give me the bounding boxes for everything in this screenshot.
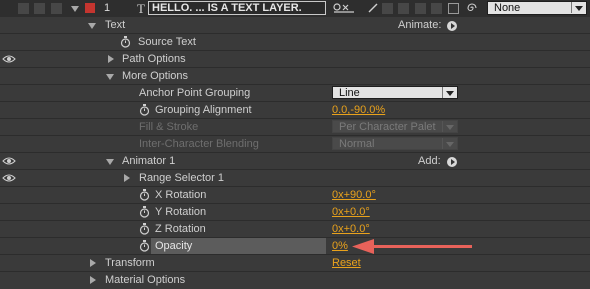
shy-switch-icon[interactable] (333, 3, 355, 14)
material-options-expand-toggle[interactable] (90, 276, 96, 284)
grouping-alignment-value[interactable]: 0.0,-90.0% (332, 104, 385, 116)
more-options-row[interactable]: More Options (0, 68, 590, 85)
effects-switch-box[interactable] (398, 3, 409, 14)
parent-dropdown[interactable]: None (487, 1, 587, 15)
quality-switch-box[interactable] (382, 3, 393, 14)
parent-dropdown-value: None (494, 2, 521, 14)
opacity-row[interactable]: Opacity 0% (0, 238, 590, 255)
y-rotation-label: Y Rotation (155, 206, 207, 218)
layer-expand-toggle[interactable] (71, 6, 79, 12)
animator-row[interactable]: Animator 1 Add: (0, 153, 590, 170)
chevron-down-icon[interactable] (571, 2, 586, 13)
stopwatch-icon[interactable] (139, 104, 150, 116)
inter-char-dropdown: Normal (332, 137, 458, 150)
fill-stroke-row: Fill & Stroke Per Character Palet (0, 119, 590, 136)
opacity-label: Opacity (155, 240, 193, 252)
layer-number: 1 (104, 2, 111, 14)
more-options-label: More Options (122, 70, 189, 82)
transform-reset-link[interactable]: Reset (332, 257, 361, 269)
anchor-grouping-value: Line (339, 87, 360, 99)
y-rotation-row[interactable]: Y Rotation 0x+0.0° (0, 204, 590, 221)
transform-row[interactable]: Transform Reset (0, 255, 590, 272)
fill-stroke-dropdown: Per Character Palet (332, 120, 458, 133)
motion-blur-switch-box[interactable] (415, 3, 426, 14)
adjustment-switch-box[interactable] (431, 3, 442, 14)
animator-label: Animator 1 (122, 155, 176, 167)
layer-lock-box[interactable] (34, 3, 45, 14)
x-rotation-value[interactable]: 0x+90.0° (332, 189, 376, 201)
range-selector-expand-toggle[interactable] (124, 174, 130, 182)
z-rotation-label: Z Rotation (155, 223, 206, 235)
text-group-label: Text (105, 19, 126, 31)
chevron-down-icon[interactable] (442, 87, 457, 98)
path-options-row[interactable]: Path Options (0, 51, 590, 68)
stopwatch-icon[interactable] (120, 36, 131, 48)
layer-label-color[interactable] (85, 3, 95, 13)
layer-header-row[interactable]: 1 T HELLO. ... IS A TEXT LAYER. None (0, 0, 590, 17)
animator-expand-toggle[interactable] (106, 159, 114, 165)
3d-switch-box[interactable] (448, 3, 459, 14)
add-label[interactable]: Add: (418, 155, 441, 167)
annotation-arrow-icon (352, 239, 472, 254)
anchor-grouping-dropdown[interactable]: Line (332, 86, 458, 99)
text-layer-icon: T (137, 1, 145, 16)
anchor-grouping-row[interactable]: Anchor Point Grouping Line (0, 85, 590, 102)
transform-expand-toggle[interactable] (90, 259, 96, 267)
eye-icon[interactable] (2, 156, 16, 166)
range-selector-row[interactable]: Range Selector 1 (0, 170, 590, 187)
path-options-expand-toggle[interactable] (108, 55, 114, 63)
anchor-grouping-label: Anchor Point Grouping (139, 87, 251, 99)
opacity-value[interactable]: 0% (332, 240, 348, 252)
source-text-row[interactable]: Source Text (0, 34, 590, 51)
layer-switch-box[interactable] (18, 3, 29, 14)
layer-name-field[interactable]: HELLO. ... IS A TEXT LAYER. (148, 1, 326, 15)
material-options-row[interactable]: Material Options (0, 272, 590, 289)
chevron-down-icon (442, 138, 457, 149)
add-menu-icon[interactable] (447, 157, 457, 167)
stopwatch-icon[interactable] (139, 206, 150, 218)
layer-name-text: HELLO. ... IS A TEXT LAYER. (152, 2, 302, 14)
more-options-expand-toggle[interactable] (106, 74, 114, 80)
stopwatch-icon[interactable] (139, 240, 150, 252)
range-selector-label: Range Selector 1 (139, 172, 224, 184)
layer-solo-box[interactable] (51, 3, 62, 14)
inter-char-label: Inter-Character Blending (139, 138, 259, 150)
x-rotation-label: X Rotation (155, 189, 207, 201)
fill-stroke-label: Fill & Stroke (139, 121, 199, 133)
animate-menu-icon[interactable] (447, 21, 457, 31)
source-text-label: Source Text (138, 36, 196, 48)
parent-pickwhip-icon[interactable] (466, 2, 478, 14)
transform-label: Transform (105, 257, 155, 269)
fill-stroke-value: Per Character Palet (339, 121, 436, 133)
grouping-alignment-label: Grouping Alignment (155, 104, 252, 116)
stopwatch-icon[interactable] (139, 189, 150, 201)
grouping-alignment-row[interactable]: Grouping Alignment 0.0,-90.0% (0, 102, 590, 119)
stopwatch-icon[interactable] (139, 223, 150, 235)
path-options-label: Path Options (122, 53, 186, 65)
z-rotation-row[interactable]: Z Rotation 0x+0.0° (0, 221, 590, 238)
inter-char-row: Inter-Character Blending Normal (0, 136, 590, 153)
material-options-label: Material Options (105, 274, 186, 286)
eye-icon[interactable] (2, 54, 16, 64)
x-rotation-row[interactable]: X Rotation 0x+90.0° (0, 187, 590, 204)
text-group-row[interactable]: Text Animate: (0, 17, 590, 34)
y-rotation-value[interactable]: 0x+0.0° (332, 206, 370, 218)
animate-label[interactable]: Animate: (398, 19, 441, 31)
inter-char-value: Normal (339, 138, 375, 150)
text-group-expand-toggle[interactable] (88, 23, 96, 29)
chevron-down-icon (442, 121, 457, 132)
z-rotation-value[interactable]: 0x+0.0° (332, 223, 370, 235)
collapse-switch-icon[interactable] (368, 3, 378, 13)
eye-icon[interactable] (2, 173, 16, 183)
